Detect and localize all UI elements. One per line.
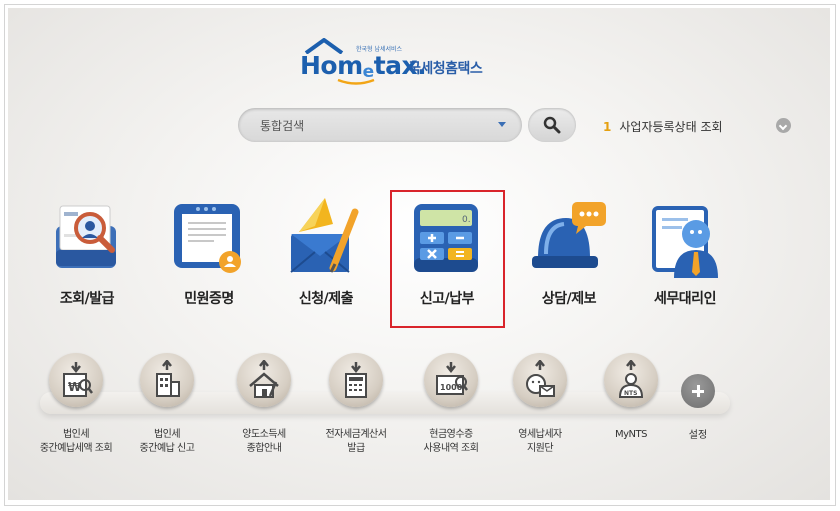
tax-agent-person-icon (652, 206, 718, 278)
quick-icon-bg: ₩ (49, 353, 103, 407)
quick-icon-bg: NTS (604, 353, 658, 407)
envelope-pen-icon (290, 198, 359, 273)
search-icon (543, 116, 561, 134)
search-button[interactable] (528, 108, 576, 142)
menu-tax-agent[interactable]: 세무대리인 (630, 198, 740, 338)
menu-label: 상담/제보 (541, 291, 597, 307)
won-document-icon: ₩ (63, 362, 93, 397)
quick-label: 현금영수증 사용내역 조회 (423, 429, 479, 454)
dropdown-arrow-icon[interactable] (498, 122, 506, 127)
expand-ranking-icon[interactable] (776, 118, 791, 133)
nts-badge: NTS (624, 390, 637, 397)
hometax-main: 한국형 납세서비스 Hometax. 국세청홈택스 통합검색 1 사업자등록상태 … (8, 8, 830, 500)
quick-label: 전자세금계산서 발급 (325, 429, 387, 454)
menu-label: 세무대리인 (654, 291, 716, 307)
quick-icon-bg: 1000 (424, 353, 478, 407)
menu-consult-report[interactable]: 상담/제보 (514, 198, 624, 338)
house-icon (249, 360, 279, 398)
quick-icon-bg (140, 353, 194, 407)
menu-apply-submit[interactable]: 신청/제출 (271, 198, 381, 338)
quick-icon-bg (237, 353, 291, 407)
receipt-search-icon: 1000 (436, 362, 468, 395)
menu-label: 민원증명 (184, 291, 234, 307)
logo-korean-name: 국세청홈택스 (408, 61, 483, 77)
menu-civil-certificate[interactable]: 민원증명 (154, 198, 264, 338)
quick-icon-bg (329, 353, 383, 407)
invoice-icon (345, 362, 367, 398)
menu-label: 조회/발급 (59, 291, 115, 307)
nts-person-icon: NTS (618, 360, 644, 398)
quick-icon-bg (513, 353, 567, 407)
settings-label[interactable]: 설정 (681, 426, 715, 441)
rank-text: 사업자등록상태 조회 (619, 120, 723, 134)
people-mail-icon (526, 360, 555, 397)
search-placeholder: 통합검색 (260, 119, 305, 133)
certificate-document-icon (174, 204, 241, 273)
inquiry-magnifier-icon (56, 205, 116, 268)
menu-label: 신청/제출 (298, 291, 354, 307)
quick-label: 영세납세자 지원단 (518, 429, 562, 454)
quick-label: MyNTS (615, 429, 647, 440)
plus-icon[interactable] (681, 374, 715, 408)
swoosh-icon (337, 78, 375, 85)
siren-chat-icon (532, 202, 606, 268)
menu-inquiry-issue[interactable]: 조회/발급 (32, 198, 142, 338)
popular-search-ticker[interactable]: 1 사업자등록상태 조회 (603, 118, 723, 135)
building-icon (156, 360, 180, 397)
highlight-box (390, 190, 505, 328)
quick-label: 법인세 중간예납 신고 (139, 429, 195, 454)
hometax-logo[interactable]: 한국형 납세서비스 Hometax. 국세청홈택스 (298, 38, 498, 88)
search-input[interactable]: 통합검색 (238, 108, 522, 142)
quick-label: 법인세 중간예납세액 조회 (39, 429, 113, 454)
quick-label: 양도소득세 종합안내 (242, 429, 286, 454)
rank-number: 1 (603, 120, 612, 134)
